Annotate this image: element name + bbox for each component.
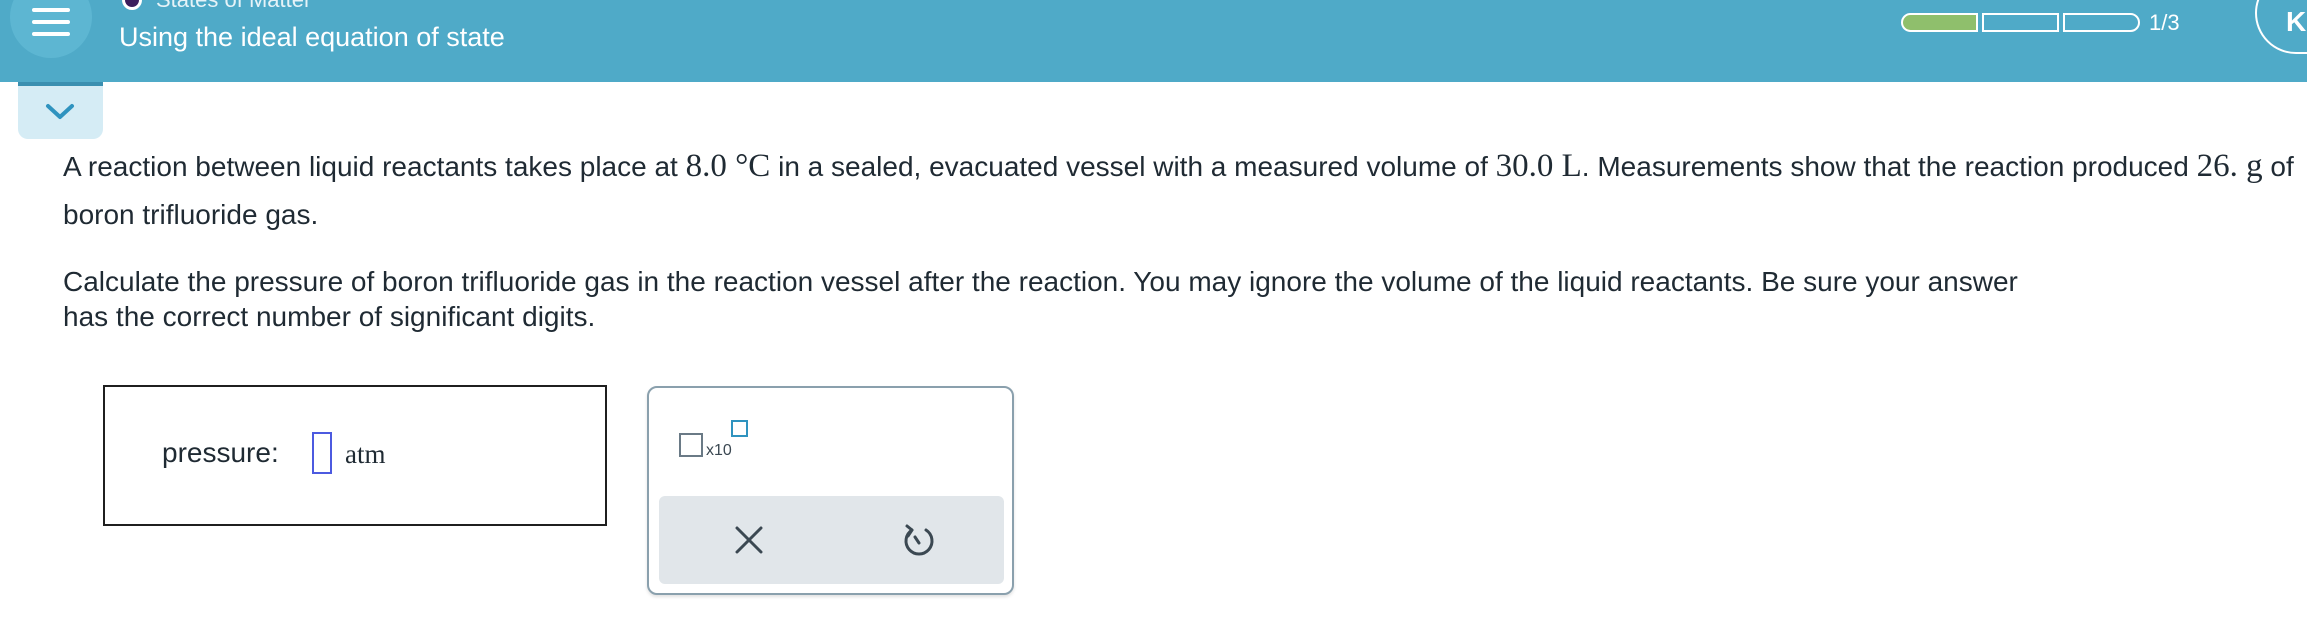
topic-dot-icon: [122, 0, 142, 10]
question-text-part: A reaction between liquid reactants take…: [63, 151, 686, 182]
progress-segment: [1982, 13, 2059, 32]
progress-segment-complete: [1901, 13, 1978, 32]
answer-box: pressure: atm: [103, 385, 607, 526]
x10-label: x10: [706, 442, 732, 459]
volume-value: 30.0 L: [1495, 148, 1582, 184]
topic-name: States of Matter: [156, 0, 311, 13]
instruction-text: Calculate the pressure of boron trifluor…: [63, 264, 2307, 334]
undo-button[interactable]: [899, 520, 939, 560]
progress-segment: [2063, 13, 2140, 32]
user-initial: K: [2286, 6, 2307, 37]
exponent-box-icon: [731, 420, 748, 437]
answer-unit: atm: [345, 439, 386, 469]
progress-count: 1/3: [2149, 10, 2180, 35]
answer-tools-panel: x10: [647, 386, 1014, 595]
pressure-input[interactable]: [312, 432, 332, 474]
undo-icon: [904, 524, 934, 556]
page-title: Using the ideal equation of state: [119, 22, 505, 52]
scientific-notation-button[interactable]: x10: [679, 420, 751, 460]
clear-button[interactable]: [729, 520, 769, 560]
question-text-part: in a sealed, evacuated vessel with a mea…: [770, 151, 1496, 182]
tool-footer: [659, 496, 1004, 584]
collapse-button[interactable]: [18, 82, 103, 139]
menu-icon-line: [32, 32, 70, 36]
menu-icon-line: [32, 20, 70, 24]
mass-value: 26. g: [2196, 148, 2263, 184]
instruction-line-1: Calculate the pressure of boron trifluor…: [63, 266, 2018, 297]
close-icon: [735, 526, 763, 554]
progress-bar: [1901, 13, 2144, 32]
mantissa-box-icon: [679, 433, 703, 457]
top-bar: States of Matter Using the ideal equatio…: [0, 0, 2307, 82]
question-text-part: . Measurements show that the reaction pr…: [1581, 151, 2197, 182]
user-button[interactable]: K: [2255, 0, 2307, 54]
chevron-down-icon: [46, 104, 74, 119]
answer-label: pressure:: [162, 437, 279, 468]
topic-line: States of Matter: [122, 0, 311, 12]
question-text: A reaction between liquid reactants take…: [63, 142, 2303, 239]
temperature-value: 8.0 °C: [685, 148, 771, 184]
instruction-line-2: has the correct number of significant di…: [63, 301, 596, 332]
menu-icon-line: [32, 8, 70, 12]
menu-button[interactable]: [10, 0, 92, 58]
